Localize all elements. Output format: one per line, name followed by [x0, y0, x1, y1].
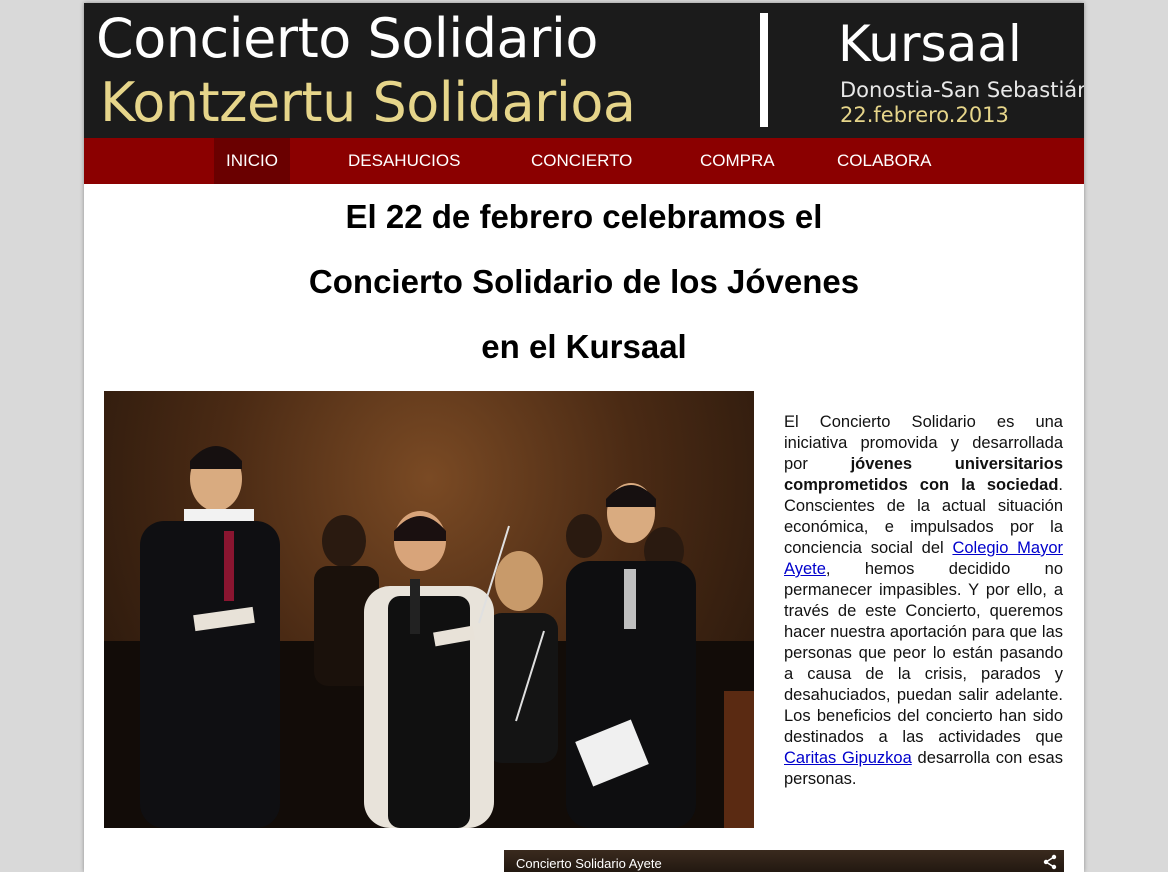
video-embed[interactable]: Concierto Solidario Ayete [504, 850, 1064, 872]
banner-title-es: Concierto Solidario [96, 7, 598, 70]
page-container: Concierto Solidario Kontzertu Solidarioa… [84, 3, 1084, 872]
banner-venue: Kursaal [838, 15, 1022, 73]
headline-line-1: El 22 de febrero celebramos el [345, 198, 823, 235]
nav-item-inicio[interactable]: INICIO [214, 138, 290, 184]
headline-line-3: en el Kursaal [481, 328, 687, 365]
article-segment-3: , hemos decidido no permanecer impasible… [784, 560, 1063, 746]
nav-item-colabora[interactable]: COLABORA [825, 138, 943, 184]
concert-photo [104, 391, 754, 828]
caritas-gipuzkoa-link[interactable]: Caritas Gipuzkoa [784, 749, 912, 767]
banner-city: Donostia-San Sebastián [840, 78, 1084, 102]
nav-item-compra[interactable]: COMPRA [688, 138, 787, 184]
article-text: El Concierto Solidario es una iniciativa… [784, 412, 1063, 790]
banner-date: 22.febrero.2013 [840, 103, 1009, 127]
banner-title-eu: Kontzertu Solidarioa [100, 71, 636, 134]
concert-photo-illustration [104, 446, 754, 828]
headline-line-2: Concierto Solidario de los Jóvenes [308, 263, 860, 300]
share-icon[interactable] [1042, 854, 1058, 872]
banner-divider [760, 13, 768, 127]
video-title[interactable]: Concierto Solidario Ayete [516, 856, 662, 871]
header-banner: Concierto Solidario Kontzertu Solidarioa… [84, 3, 1084, 138]
nav-item-desahucios[interactable]: DESAHUCIOS [336, 138, 472, 184]
main-nav: INICIO DESAHUCIOS CONCIERTO COMPRA COLAB… [84, 138, 1084, 184]
page-headline: El 22 de febrero celebramos el Concierto… [84, 184, 1084, 379]
nav-item-concierto[interactable]: CONCIERTO [519, 138, 644, 184]
